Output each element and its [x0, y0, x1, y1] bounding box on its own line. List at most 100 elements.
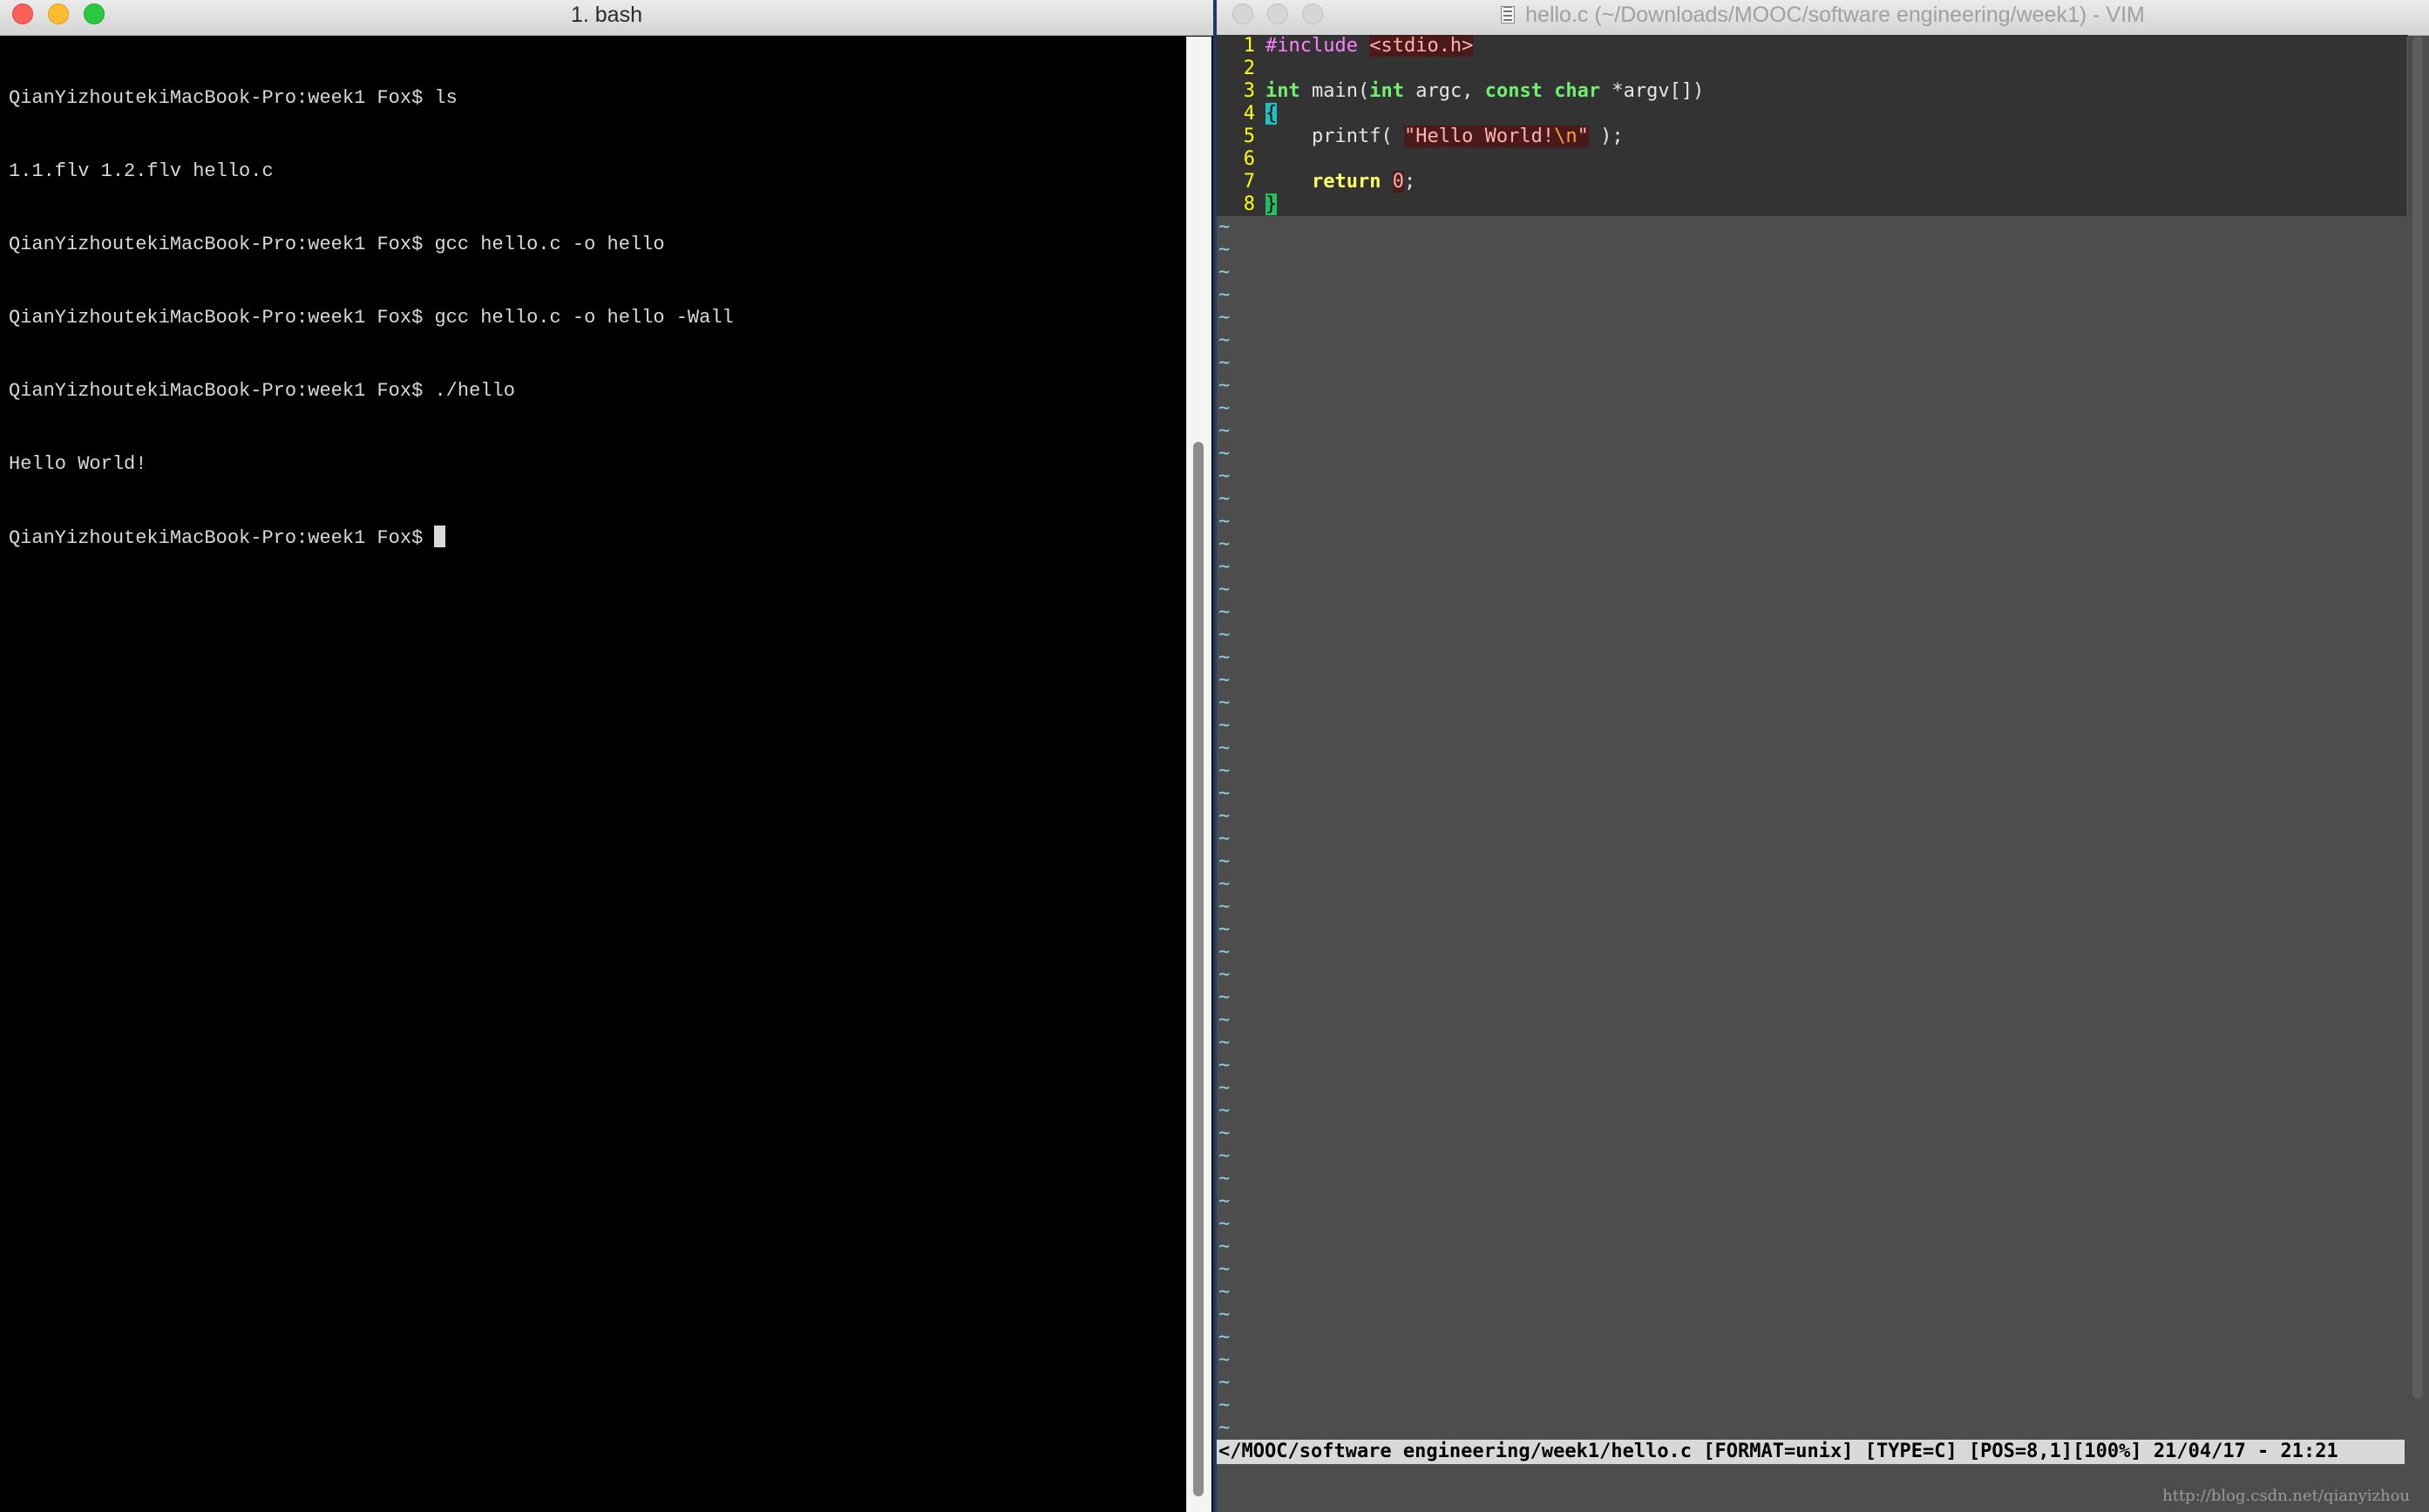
type-keyword: const — [1484, 80, 1543, 102]
tilde-marker: ~ — [1218, 556, 1231, 578]
tilde-marker: ~ — [1218, 533, 1231, 555]
vim-title: hello.c (~/Downloads/MOOC/software engin… — [1217, 2, 2429, 28]
tilde-marker: ~ — [1218, 1213, 1231, 1235]
tilde-marker: ~ — [1218, 511, 1231, 532]
vim-scrollbar[interactable] — [2406, 37, 2429, 1512]
code-line[interactable]: 6 — [1217, 148, 2408, 171]
tilde-marker: ~ — [1218, 783, 1231, 804]
terminal-output[interactable]: QianYizhoutekiMacBook-Pro:week1 Fox$ ls … — [9, 37, 1187, 599]
vim-scroll-thumb[interactable] — [2412, 37, 2423, 1399]
document-icon — [1501, 6, 1516, 24]
code-text: argc, — [1403, 80, 1485, 102]
escape-sequence: \n — [1554, 125, 1577, 147]
tilde-marker: ~ — [1218, 828, 1231, 850]
vim-status-line: </MOOC/software engineering/week1/hello.… — [1217, 1440, 2405, 1464]
terminal-titlebar[interactable]: 1. bash — [0, 0, 1213, 36]
tilde-marker: ~ — [1218, 760, 1231, 782]
terminal-line: QianYizhoutekiMacBook-Pro:week1 Fox$ gcc… — [9, 234, 665, 255]
tilde-marker: ~ — [1218, 1122, 1231, 1144]
line-number: 8 — [1243, 193, 1255, 215]
terminal-line: Hello World! — [9, 453, 147, 475]
tilde-marker: ~ — [1218, 1372, 1231, 1393]
tilde-marker: ~ — [1218, 465, 1231, 487]
matching-brace: { — [1265, 103, 1278, 125]
empty-line-markers: ~ ~ ~ ~ ~ ~ ~ ~ ~ ~ ~ ~ ~ ~ ~ ~ ~ ~ ~ ~ ~ ~ ~ ~ ~ ~ ~ ~ ~ ~ ~ ~ ~ ~ ~ ~ ~ ~ ~ ~… — [1217, 216, 2408, 1440]
tilde-marker: ~ — [1218, 443, 1231, 464]
code-line[interactable]: 2 — [1217, 58, 2408, 80]
type-keyword: int — [1369, 80, 1404, 102]
terminal-line: 1.1.flv 1.2.flv hello.c — [9, 160, 274, 182]
watermark: http://blog.csdn.net/qianyizhou — [2162, 1487, 2410, 1505]
code-text: main( — [1299, 80, 1370, 102]
code-line[interactable]: 7 return 0; — [1217, 171, 2408, 193]
type-keyword: char — [1554, 80, 1601, 102]
tilde-marker: ~ — [1218, 1394, 1231, 1416]
return-keyword: return — [1311, 171, 1381, 193]
line-number: 1 — [1243, 35, 1255, 57]
terminal-title: 1. bash — [570, 3, 642, 27]
tilde-marker: ~ — [1218, 647, 1231, 668]
line-number: 6 — [1243, 148, 1255, 170]
tilde-marker: ~ — [1218, 1145, 1231, 1167]
string-literal: "Hello World!\n" — [1403, 125, 1589, 147]
cursor-brace: } — [1265, 193, 1278, 215]
tilde-marker: ~ — [1218, 919, 1231, 940]
tilde-marker: ~ — [1218, 1349, 1231, 1371]
tilde-marker: ~ — [1218, 579, 1231, 600]
tilde-marker: ~ — [1218, 1100, 1231, 1122]
number-literal: 0 — [1392, 171, 1404, 193]
tilde-marker: ~ — [1218, 420, 1231, 442]
vim-title-text: hello.c (~/Downloads/MOOC/software engin… — [1525, 3, 2145, 27]
tilde-marker: ~ — [1218, 1417, 1231, 1439]
tilde-marker: ~ — [1218, 1168, 1231, 1190]
code-line[interactable]: 8} — [1217, 193, 2408, 216]
tilde-marker: ~ — [1218, 397, 1231, 419]
tilde-marker: ~ — [1218, 1009, 1231, 1031]
tilde-marker: ~ — [1218, 488, 1231, 510]
tilde-marker: ~ — [1218, 805, 1231, 827]
tilde-marker: ~ — [1218, 851, 1231, 872]
string-text: "Hello World! — [1403, 125, 1555, 147]
terminal-line: QianYizhoutekiMacBook-Pro:week1 Fox$ ls — [9, 87, 458, 109]
tilde-marker: ~ — [1218, 1054, 1231, 1076]
preprocessor-directive: #include — [1265, 35, 1358, 57]
line-number: 3 — [1243, 80, 1255, 102]
tilde-marker: ~ — [1218, 261, 1231, 283]
tilde-marker: ~ — [1218, 1281, 1231, 1303]
string-quote: " — [1577, 125, 1589, 147]
tilde-marker: ~ — [1218, 1190, 1231, 1212]
tilde-marker: ~ — [1218, 284, 1231, 306]
terminal-prompt-line[interactable]: QianYizhoutekiMacBook-Pro:week1 Fox$ — [9, 525, 1187, 550]
tilde-marker: ~ — [1218, 624, 1231, 646]
tilde-marker: ~ — [1218, 307, 1231, 329]
tilde-marker: ~ — [1218, 987, 1231, 1008]
terminal-cursor — [434, 525, 446, 547]
tilde-marker: ~ — [1218, 1304, 1231, 1326]
tilde-marker: ~ — [1218, 352, 1231, 374]
vim-titlebar[interactable]: hello.c (~/Downloads/MOOC/software engin… — [1217, 0, 2429, 36]
tilde-marker: ~ — [1218, 1236, 1231, 1258]
tilde-marker: ~ — [1218, 329, 1231, 351]
code-line[interactable]: 3 int main(int argc, const char *argv[]) — [1217, 80, 2408, 103]
terminal-scroll-thumb[interactable] — [1193, 442, 1204, 1496]
code-text: printf( — [1265, 125, 1404, 147]
tilde-marker: ~ — [1218, 601, 1231, 623]
line-number: 7 — [1243, 171, 1255, 193]
terminal-window[interactable]: 1. bash QianYizhoutekiMacBook-Pro:week1 … — [0, 0, 1213, 1512]
vim-window[interactable]: hello.c (~/Downloads/MOOC/software engin… — [1217, 0, 2429, 1512]
tilde-marker: ~ — [1218, 375, 1231, 397]
tilde-marker: ~ — [1218, 1326, 1231, 1348]
tilde-marker: ~ — [1218, 216, 1231, 238]
code-line[interactable]: 1 #include <stdio.h> — [1217, 35, 2408, 58]
terminal-scrollbar[interactable] — [1186, 37, 1211, 1512]
line-number: 4 — [1243, 103, 1255, 125]
vim-editor[interactable]: 1 #include <stdio.h> 2 3 int main(int argc… — [1217, 35, 2408, 1440]
tilde-marker: ~ — [1218, 239, 1231, 261]
code-text: *argv[]) — [1600, 80, 1705, 102]
line-number: 2 — [1243, 58, 1255, 79]
code-text: ; — [1403, 171, 1416, 193]
terminal-line: QianYizhoutekiMacBook-Pro:week1 Fox$ gcc… — [9, 307, 734, 329]
tilde-marker: ~ — [1218, 964, 1231, 986]
code-line[interactable]: 5 printf( "Hello World!\n" ); — [1217, 125, 2408, 148]
code-line[interactable]: 4{ — [1217, 103, 2408, 125]
